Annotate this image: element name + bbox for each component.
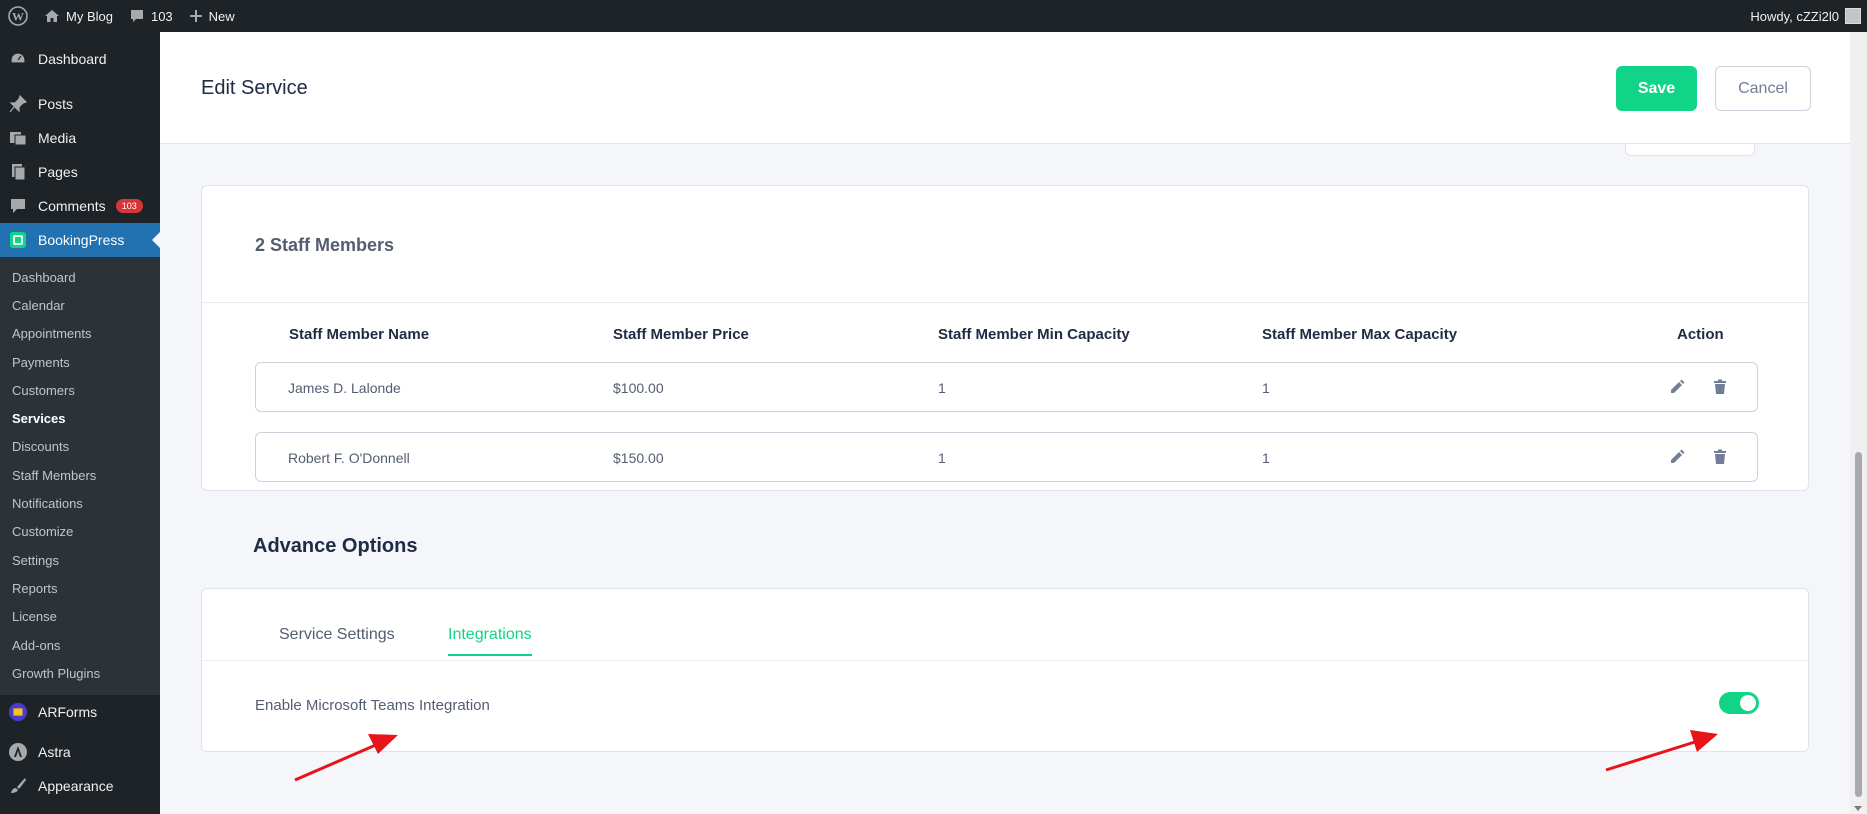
menu-item-posts[interactable]: Posts xyxy=(0,87,160,121)
column-header-min-capacity: Staff Member Min Capacity xyxy=(938,326,1130,343)
howdy-text: Howdy, cZZi2l0 xyxy=(1750,8,1839,24)
submenu-item-notifications[interactable]: Notifications xyxy=(0,489,160,517)
svg-text:W: W xyxy=(12,10,24,24)
main-content: ▬▬▬▬▬▬ Edit Service Save Cancel 2 Staff … xyxy=(160,32,1867,814)
comment-icon xyxy=(130,10,143,22)
new-label: New xyxy=(208,8,235,24)
submenu-item-payments[interactable]: Payments xyxy=(0,348,160,376)
scrollbar-thumb[interactable] xyxy=(1855,452,1862,797)
edit-service-header: Edit Service Save Cancel xyxy=(160,32,1850,144)
page-title: Edit Service xyxy=(201,77,308,99)
staff-price: $150.00 xyxy=(613,450,664,466)
staff-min-capacity: 1 xyxy=(938,450,946,466)
submenu-item-license[interactable]: License xyxy=(0,603,160,631)
column-header-price: Staff Member Price xyxy=(613,326,749,343)
column-header-action: Action xyxy=(1677,326,1724,343)
delete-icon[interactable] xyxy=(1710,377,1730,397)
submenu-item-discounts[interactable]: Discounts xyxy=(0,433,160,461)
astra-icon xyxy=(8,742,28,762)
advance-options-card: Service Settings Integrations Enable Mic… xyxy=(201,588,1809,752)
staff-price: $100.00 xyxy=(613,380,664,396)
menu-item-astra[interactable]: Astra xyxy=(0,735,160,769)
new-content-link[interactable]: New xyxy=(181,0,243,32)
submenu-item-services[interactable]: Services xyxy=(0,404,160,432)
pages-icon xyxy=(8,162,28,182)
my-account-link[interactable]: Howdy, cZZi2l0 xyxy=(1742,0,1867,32)
submenu-item-staff-members[interactable]: Staff Members xyxy=(0,461,160,489)
menu-item-dashboard[interactable]: Dashboard xyxy=(0,42,160,76)
divider xyxy=(202,302,1808,303)
delete-icon[interactable] xyxy=(1710,447,1730,467)
teams-integration-label: Enable Microsoft Teams Integration xyxy=(255,697,490,714)
admin-bar: W My Blog 103 New Howdy, cZZi2l0 xyxy=(0,0,1867,32)
submenu-item-add-ons[interactable]: Add-ons xyxy=(0,631,160,659)
site-name-link[interactable]: My Blog xyxy=(36,0,121,32)
plus-icon xyxy=(189,10,202,22)
staff-name: Robert F. O'Donnell xyxy=(288,450,410,466)
comments-count: 103 xyxy=(150,8,173,24)
submenu-item-growth-plugins[interactable]: Growth Plugins xyxy=(0,659,160,687)
tabs-divider xyxy=(202,660,1808,661)
column-header-max-capacity: Staff Member Max Capacity xyxy=(1262,326,1458,343)
submenu-item-customize[interactable]: Customize xyxy=(0,518,160,546)
advance-options-title: Advance Options xyxy=(253,535,418,557)
staff-name: James D. Lalonde xyxy=(288,380,401,396)
submenu-item-appointments[interactable]: Appointments xyxy=(0,320,160,348)
comments-link[interactable]: 103 xyxy=(121,0,181,32)
media-icon xyxy=(8,128,28,148)
tab-service-settings[interactable]: Service Settings xyxy=(279,626,395,654)
submenu-item-customers[interactable]: Customers xyxy=(0,376,160,404)
menu-item-pages[interactable]: Pages xyxy=(0,155,160,189)
column-header-name: Staff Member Name xyxy=(289,326,430,343)
teams-integration-toggle[interactable] xyxy=(1719,692,1759,714)
site-name: My Blog xyxy=(66,8,113,24)
submenu-item-dashboard[interactable]: Dashboard xyxy=(0,263,160,291)
save-button[interactable]: Save xyxy=(1616,66,1697,111)
toggle-knob xyxy=(1740,695,1756,711)
staff-table-header: Staff Member Name Staff Member Price Sta… xyxy=(255,326,1759,350)
cancel-button[interactable]: Cancel xyxy=(1715,66,1811,111)
staff-max-capacity: 1 xyxy=(1262,380,1270,396)
tab-integrations[interactable]: Integrations xyxy=(448,626,532,656)
menu-item-bookingpress[interactable]: BookingPress xyxy=(0,223,160,257)
menu-item-appearance[interactable]: Appearance xyxy=(0,769,160,803)
brush-icon xyxy=(8,776,28,796)
bookingpress-icon xyxy=(8,230,28,250)
menu-item-media[interactable]: Media xyxy=(0,121,160,155)
pin-icon xyxy=(8,94,28,114)
table-row: Robert F. O'Donnell $150.00 1 1 xyxy=(255,432,1758,482)
submenu-item-calendar[interactable]: Calendar xyxy=(0,291,160,319)
menu-item-arforms[interactable]: ARForms xyxy=(0,695,160,729)
edit-icon[interactable] xyxy=(1667,377,1687,397)
staff-min-capacity: 1 xyxy=(938,380,946,396)
staff-members-title: 2 Staff Members xyxy=(255,235,395,255)
vertical-scrollbar[interactable] xyxy=(1850,32,1867,814)
admin-sidebar: Dashboard Posts Media Pages Comments 103… xyxy=(0,32,160,814)
home-icon xyxy=(45,10,59,22)
comments-badge: 103 xyxy=(115,198,143,214)
staff-members-card: 2 Staff Members Staff Member Name Staff … xyxy=(201,185,1809,491)
arforms-icon xyxy=(8,702,28,722)
staff-max-capacity: 1 xyxy=(1262,450,1270,466)
bookingpress-submenu: Dashboard Calendar Appointments Payments… xyxy=(0,257,160,696)
submenu-item-reports[interactable]: Reports xyxy=(0,574,160,602)
scroll-down-arrow-icon[interactable] xyxy=(1854,806,1862,811)
comment-icon xyxy=(8,196,28,216)
edit-icon[interactable] xyxy=(1667,447,1687,467)
dashboard-icon xyxy=(8,49,28,69)
avatar xyxy=(1845,8,1861,24)
wordpress-logo-icon[interactable]: W xyxy=(0,0,36,32)
menu-item-comments[interactable]: Comments 103 xyxy=(0,189,160,223)
table-row: James D. Lalonde $100.00 1 1 xyxy=(255,362,1758,412)
submenu-item-settings[interactable]: Settings xyxy=(0,546,160,574)
